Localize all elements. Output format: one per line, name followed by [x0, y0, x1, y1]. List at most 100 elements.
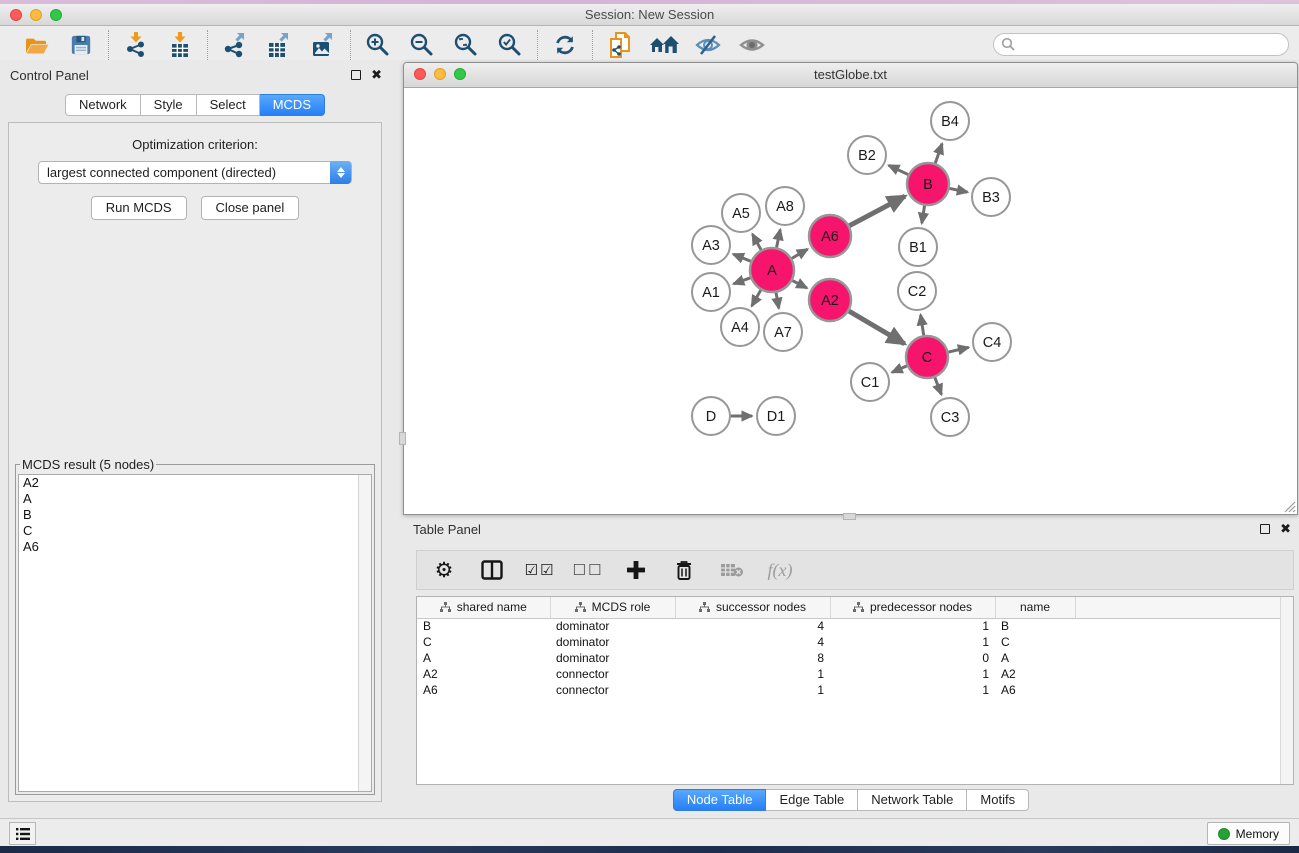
mcds-result-item[interactable]: A [19, 491, 371, 507]
edge-A-A4[interactable] [752, 290, 761, 306]
network-canvas[interactable]: AA1A3A5A8A4A7A6A2BB1B2B3B4CC1C2C3C4DD1 [404, 88, 1297, 514]
table-row[interactable]: Bdominator41B [417, 618, 1293, 634]
save-session-icon[interactable] [66, 31, 96, 59]
cell-successor-nodes[interactable]: 4 [675, 618, 830, 634]
tab-edge-table[interactable]: Edge Table [766, 789, 858, 811]
edge-A-A8[interactable] [777, 230, 781, 248]
edge-A-A6[interactable] [792, 249, 808, 258]
graph-node-B1[interactable]: B1 [899, 228, 937, 266]
edge-A6-B[interactable] [849, 196, 905, 226]
zoom-in-icon[interactable] [363, 31, 393, 59]
cell-mcds-role[interactable]: connector [550, 682, 675, 698]
duplicate-network-icon[interactable] [605, 31, 635, 59]
graph-node-C2[interactable]: C2 [898, 272, 936, 310]
graph-node-B2[interactable]: B2 [848, 136, 886, 174]
mcds-result-list[interactable]: A2ABCA6 [18, 474, 372, 792]
splitter-handle-vertical[interactable] [399, 432, 406, 445]
cell-name[interactable]: A2 [995, 666, 1075, 682]
table-float-panel-icon[interactable] [1260, 524, 1270, 534]
column-header-mcds-role[interactable]: MCDS role [550, 597, 675, 618]
edge-A-A1[interactable] [734, 278, 751, 284]
function-builder-fx-icon[interactable]: f(x) [767, 557, 793, 583]
tab-motifs[interactable]: Motifs [967, 789, 1029, 811]
splitter-handle-horizontal[interactable] [843, 513, 856, 520]
add-column-plus-icon[interactable] [623, 557, 649, 583]
graph-node-B3[interactable]: B3 [972, 178, 1010, 216]
network-window-titlebar[interactable]: testGlobe.txt [404, 63, 1297, 88]
graph-node-C1[interactable]: C1 [851, 363, 889, 401]
column-header-shared-name[interactable]: shared name [417, 597, 550, 618]
edge-C-C3[interactable] [935, 378, 942, 395]
hide-graphics-details-icon[interactable] [693, 31, 723, 59]
graph-node-A1[interactable]: A1 [692, 273, 730, 311]
table-close-panel-icon[interactable]: ✖ [1280, 524, 1291, 534]
graph-node-B[interactable]: B [907, 163, 949, 205]
tab-select[interactable]: Select [197, 94, 260, 116]
cell-mcds-role[interactable]: dominator [550, 634, 675, 650]
cell-mcds-role[interactable]: dominator [550, 618, 675, 634]
cell-successor-nodes[interactable]: 8 [675, 650, 830, 666]
table-row[interactable]: A2connector11A2 [417, 666, 1293, 682]
graph-node-D[interactable]: D [692, 397, 730, 435]
close-panel-button[interactable]: Close panel [201, 196, 300, 220]
graph-node-A7[interactable]: A7 [764, 313, 802, 351]
graph-node-D1[interactable]: D1 [757, 397, 795, 435]
graph-node-A4[interactable]: A4 [721, 308, 759, 346]
tab-node-table[interactable]: Node Table [673, 789, 767, 811]
import-table-icon[interactable] [165, 31, 195, 59]
tab-network[interactable]: Network [65, 94, 141, 116]
graph-node-A2[interactable]: A2 [809, 279, 851, 321]
graph-node-C[interactable]: C [906, 336, 948, 378]
export-network-icon[interactable] [220, 31, 250, 59]
edge-B-B1[interactable] [922, 206, 925, 224]
open-session-icon[interactable] [22, 31, 52, 59]
edge-B-B3[interactable] [950, 188, 968, 192]
graph-node-A5[interactable]: A5 [722, 194, 760, 232]
graph-node-A[interactable]: A [750, 248, 794, 292]
float-panel-icon[interactable] [351, 70, 361, 80]
home-layout-icon[interactable] [649, 31, 679, 59]
cell-shared-name[interactable]: A [417, 650, 550, 666]
edge-C-C2[interactable] [921, 315, 924, 336]
delete-table-icon[interactable] [719, 557, 745, 583]
edge-A-A2[interactable] [792, 281, 806, 288]
mcds-result-item[interactable]: A6 [19, 539, 371, 555]
network-close-button[interactable] [414, 68, 426, 80]
cell-mcds-role[interactable]: connector [550, 666, 675, 682]
edge-A-A5[interactable] [752, 234, 761, 250]
mcds-list-scrollbar[interactable] [358, 475, 371, 791]
tab-style[interactable]: Style [141, 94, 197, 116]
zoom-fit-icon[interactable] [451, 31, 481, 59]
graph-node-A6[interactable]: A6 [809, 215, 851, 257]
mcds-result-item[interactable]: B [19, 507, 371, 523]
graph-node-B4[interactable]: B4 [931, 102, 969, 140]
show-graphics-details-icon[interactable] [737, 31, 767, 59]
table-row[interactable]: A6connector11A6 [417, 682, 1293, 698]
deselect-all-checkboxes-icon[interactable]: ☐☐ [575, 557, 601, 583]
table-settings-gear-icon[interactable]: ⚙ [431, 557, 457, 583]
column-header-predecessor-nodes[interactable]: predecessor nodes [830, 597, 995, 618]
network-zoom-button[interactable] [454, 68, 466, 80]
close-window-button[interactable] [10, 9, 22, 21]
edge-B-B2[interactable] [889, 165, 908, 174]
column-header-successor-nodes[interactable]: successor nodes [675, 597, 830, 618]
select-all-checkboxes-icon[interactable]: ☑☑ [527, 557, 553, 583]
criterion-dropdown[interactable]: largest connected component (directed) [38, 161, 352, 184]
graph-node-A3[interactable]: A3 [692, 226, 730, 264]
cell-shared-name[interactable]: C [417, 634, 550, 650]
network-minimize-button[interactable] [434, 68, 446, 80]
cell-name[interactable]: A6 [995, 682, 1075, 698]
refresh-view-icon[interactable] [550, 31, 580, 59]
cell-shared-name[interactable]: A6 [417, 682, 550, 698]
cell-shared-name[interactable]: A2 [417, 666, 550, 682]
cell-shared-name[interactable]: B [417, 618, 550, 634]
graph-node-A8[interactable]: A8 [766, 187, 804, 225]
minimize-window-button[interactable] [30, 9, 42, 21]
export-image-icon[interactable] [308, 31, 338, 59]
tab-network-table[interactable]: Network Table [858, 789, 967, 811]
cell-successor-nodes[interactable]: 4 [675, 634, 830, 650]
cell-name[interactable]: C [995, 634, 1075, 650]
cell-predecessor-nodes[interactable]: 1 [830, 634, 995, 650]
table-row[interactable]: Cdominator41C [417, 634, 1293, 650]
edge-A-A7[interactable] [776, 293, 779, 309]
